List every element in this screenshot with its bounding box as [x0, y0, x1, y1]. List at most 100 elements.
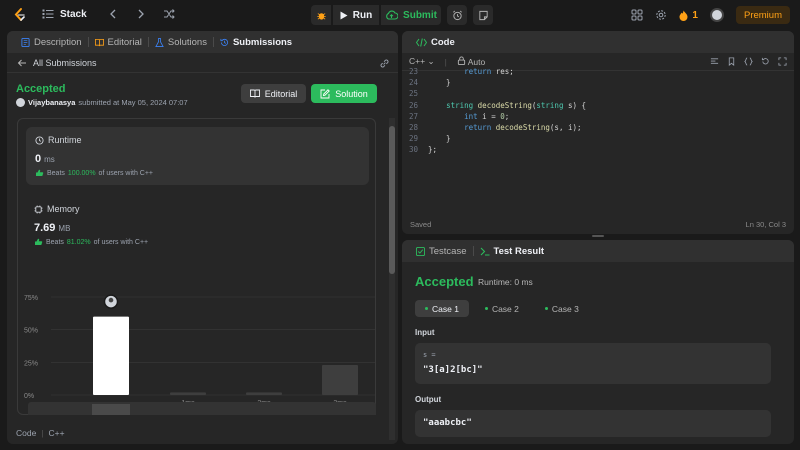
bookmark-icon[interactable]	[727, 57, 736, 66]
memory-value: 7.69 MB	[34, 222, 70, 234]
code-line[interactable]: 27 int i = 0;	[402, 112, 509, 123]
code-label: Code	[16, 428, 37, 438]
code-brackets-icon	[416, 37, 427, 47]
tab-code-label: Code	[431, 36, 455, 48]
overview-bar	[92, 404, 130, 415]
tab-solutions[interactable]: Solutions	[149, 31, 213, 53]
memory-number: 7.69	[34, 222, 56, 234]
problem-list-title[interactable]: Stack	[60, 9, 87, 20]
line-number: 28	[408, 123, 418, 132]
gear-icon[interactable]	[655, 9, 667, 21]
line-number: 29	[408, 134, 418, 144]
pass-dot	[544, 307, 548, 310]
tab-submissions[interactable]: Submissions	[214, 31, 298, 53]
code-token: string	[446, 100, 474, 110]
line-number: 26	[408, 100, 418, 110]
link-icon[interactable]	[379, 58, 390, 69]
case-tab-1[interactable]: Case 1	[415, 300, 469, 317]
streak-count: 1	[692, 9, 698, 21]
language-select[interactable]: C++ ⌄	[409, 56, 435, 67]
leetcode-logo-icon[interactable]	[12, 7, 28, 23]
memory-title[interactable]: Memory	[34, 204, 80, 214]
braces-icon[interactable]	[744, 57, 753, 66]
tab-description[interactable]: Description	[15, 31, 88, 53]
code-token: ;	[504, 111, 510, 121]
debug-button[interactable]	[311, 5, 331, 25]
auto-indicator[interactable]: Auto	[457, 56, 485, 67]
line-number: 27	[408, 111, 418, 121]
terminal-icon	[480, 247, 489, 256]
streak-counter[interactable]: 1	[679, 10, 698, 21]
code-token: return	[464, 123, 492, 132]
editorial-button[interactable]: Editorial	[241, 84, 306, 103]
layout-grid-icon[interactable]	[631, 9, 643, 21]
all-submissions-link[interactable]: All Submissions	[7, 53, 398, 73]
panel-resize-handle[interactable]	[592, 235, 604, 237]
shuffle-icon[interactable]	[163, 8, 175, 20]
line-number: 30	[408, 145, 418, 155]
submitted-time: submitted at May 05, 2024 07:07	[78, 98, 188, 107]
premium-button[interactable]: Premium	[735, 6, 790, 24]
history-icon	[220, 38, 228, 46]
input-box[interactable]: s = "3[a]2[bc]"	[415, 343, 771, 384]
book-icon	[249, 89, 260, 98]
notes-button[interactable]	[473, 5, 493, 25]
code-line[interactable]: 29 }	[402, 134, 451, 145]
tab-test-result[interactable]: Test Result	[474, 240, 551, 262]
submit-button[interactable]: Submit	[381, 5, 441, 25]
case-tab-2[interactable]: Case 2	[475, 300, 529, 317]
solution-button[interactable]: Solution	[311, 84, 377, 103]
code-editor-panel: Code C++ ⌄ | Auto 23 return res; 24 } 25 26…	[402, 31, 794, 234]
tab-testcase[interactable]: Testcase	[410, 240, 473, 262]
format-icon[interactable]	[710, 57, 719, 66]
case-label: Case 3	[551, 303, 579, 314]
y-tick-label: 50%	[24, 328, 38, 335]
editorial-button-label: Editorial	[264, 88, 298, 99]
code-line[interactable]: 24 }	[402, 78, 451, 89]
input-value: "3[a]2[bc]"	[423, 365, 483, 375]
scrollbar-thumb[interactable]	[389, 126, 395, 274]
code-token: i =	[477, 111, 501, 121]
tab-solutions-label: Solutions	[167, 36, 207, 48]
runtime-card[interactable]: Runtime 0 ms Beats 100.00% of users with …	[26, 127, 369, 185]
runtime-beats-prefix: Beats	[47, 169, 65, 177]
run-button[interactable]: Run	[333, 5, 379, 25]
avatar-head-icon	[108, 297, 114, 303]
code-editor[interactable]: 23 return res; 24 } 25 26 string decodeStri…	[402, 67, 794, 191]
y-tick-label: 0%	[24, 393, 34, 400]
runtime-distribution-chart[interactable]: 0%25%50%75%1ms2ms3ms1ms2ms3ms	[18, 255, 377, 415]
prev-problem-icon[interactable]	[107, 8, 119, 20]
divider: |	[444, 56, 447, 67]
runtime-beats-suffix: of users with C++	[98, 169, 154, 177]
code-line[interactable]: 26 string decodeString(string s) {	[402, 101, 586, 112]
user-avatar[interactable]	[709, 8, 724, 22]
expand-icon[interactable]	[778, 57, 787, 66]
reset-icon[interactable]	[761, 57, 770, 66]
problem-list-icon[interactable]	[42, 8, 54, 20]
code-line[interactable]: 25	[402, 89, 428, 100]
runtime-value: 0 ms	[35, 153, 55, 165]
case-label: Case 1	[432, 303, 459, 314]
timer-button[interactable]	[447, 5, 467, 25]
submitter-name[interactable]: Vijaybanasya	[28, 98, 75, 107]
run-label: Run	[352, 9, 373, 21]
code-line[interactable]: 28 return decodeString (s, i);	[402, 123, 582, 134]
alarm-clock-icon	[452, 10, 462, 20]
runtime-title-label: Runtime	[48, 135, 82, 145]
runtime-number: 0	[35, 153, 42, 165]
tab-editorial[interactable]: Editorial	[89, 31, 148, 53]
left-scrollbar[interactable]	[389, 118, 395, 440]
line-number: 24	[408, 78, 418, 88]
code-language: C++	[48, 428, 65, 438]
tab-code[interactable]: Code	[410, 31, 461, 53]
next-problem-icon[interactable]	[135, 8, 147, 20]
output-box[interactable]: "aaabcbc"	[415, 410, 771, 437]
submitter-avatar	[16, 98, 25, 107]
code-line[interactable]: 23 return res;	[402, 67, 514, 78]
case-tabs: Case 1 Case 2 Case 3	[415, 300, 589, 317]
case-tab-3[interactable]: Case 3	[535, 300, 589, 317]
tab-description-label: Description	[34, 36, 82, 48]
beats-hand-icon	[36, 169, 44, 176]
code-line[interactable]: 30};	[402, 145, 437, 156]
